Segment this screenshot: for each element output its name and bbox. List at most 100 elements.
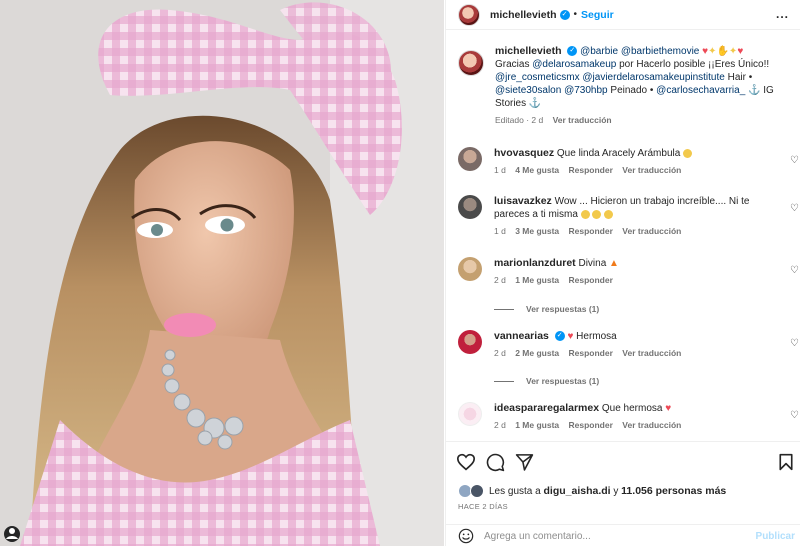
comment-likes[interactable]: 4 Me gusta	[515, 165, 559, 175]
like-comment-icon[interactable]: ♡	[790, 410, 799, 421]
mention-link[interactable]: @carlosechavarria_	[656, 85, 745, 96]
mention-link[interactable]: @barbiethemovie	[621, 46, 700, 57]
comment-item: hvovasquez Que linda Aracely Arámbula 1 …	[458, 147, 800, 177]
likes-prefix: Les gusta a	[489, 485, 541, 497]
hands-emoji-icon: ✋	[716, 46, 729, 57]
commenter-avatar[interactable]	[458, 195, 482, 219]
like-comment-icon[interactable]: ♡	[790, 155, 799, 166]
mention-link[interactable]: @delarosamakeup	[532, 59, 616, 70]
heart-eyes-emoji-icon	[683, 148, 693, 158]
post-side-panel: michellevieth ✓ • Seguir ... michellevie…	[445, 0, 800, 546]
likes-joiner: y	[613, 485, 619, 497]
caption-edited-time: Editado · 2 d	[495, 115, 544, 125]
post-caption: michellevieth ✓ @barbie @barbiethemovie …	[458, 45, 778, 125]
post-photo[interactable]	[0, 0, 444, 546]
emoji-icon[interactable]	[458, 528, 474, 544]
comment-username[interactable]: marionlanzduret	[494, 257, 576, 269]
fire-emoji-icon: ▲	[609, 258, 619, 269]
translate-link[interactable]: Ver traducción	[622, 226, 681, 236]
liker-avatars	[458, 484, 486, 498]
likes-count[interactable]: 11.056 personas más	[621, 485, 726, 497]
mention-link[interactable]: @siete30salon	[495, 85, 561, 96]
verified-badge-icon: ✓	[559, 9, 570, 20]
comment-age: 2 d	[494, 348, 506, 358]
post-actions: Les gusta a digu_aisha.di y 11.056 perso…	[446, 441, 800, 546]
comments-scroll-area[interactable]: michellevieth ✓ @barbie @barbiethemovie …	[446, 31, 800, 441]
mention-link[interactable]: @jre_cosmeticsmx	[495, 72, 580, 83]
caption-username[interactable]: michellevieth	[495, 45, 562, 57]
comment-item: marionlanzduret Divina ▲ 2 d 1 Me gusta …	[458, 257, 800, 287]
translate-link[interactable]: Ver traducción	[622, 348, 681, 358]
comment-likes[interactable]: 1 Me gusta	[515, 420, 559, 430]
reply-button[interactable]: Responder	[569, 275, 613, 285]
heart-emoji-icon: ♥	[737, 46, 744, 57]
mermaid-emoji-icon: ⚓	[748, 85, 761, 96]
caption-translate-link[interactable]: Ver traducción	[553, 115, 612, 125]
more-options-icon[interactable]: ...	[776, 8, 789, 20]
liker-username[interactable]: digu_aisha.di	[544, 485, 611, 497]
replies-divider	[494, 380, 514, 382]
shocked-emoji-icon	[580, 209, 590, 219]
view-replies-button[interactable]: Ver respuestas (1)	[494, 304, 599, 314]
shocked-emoji-icon	[604, 209, 614, 219]
mermaid-emoji-icon: ⚓	[528, 98, 542, 109]
caption-text: Gracias	[495, 59, 530, 70]
comment-age: 1 d	[494, 165, 506, 175]
translate-link[interactable]: Ver traducción	[622, 420, 681, 430]
comment-item: luisavazkez Wow ... Hicieron un trabajo …	[458, 195, 800, 238]
comment-age: 1 d	[494, 226, 506, 236]
comment-age: 2 d	[494, 420, 506, 430]
comment-likes[interactable]: 2 Me gusta	[515, 348, 559, 358]
comment-icon[interactable]	[486, 453, 505, 472]
caption-avatar[interactable]	[458, 50, 484, 76]
replies-divider	[494, 308, 514, 310]
like-comment-icon[interactable]: ♡	[790, 203, 799, 214]
comment-likes[interactable]: 1 Me gusta	[515, 275, 559, 285]
reply-button[interactable]: Responder	[569, 165, 613, 175]
view-replies-button[interactable]: Ver respuestas (1)	[494, 376, 599, 386]
share-icon[interactable]	[515, 453, 534, 471]
commenter-avatar[interactable]	[458, 257, 482, 281]
comment-text: Divina	[578, 258, 607, 269]
caption-text: IG	[763, 85, 774, 96]
commenter-avatar[interactable]	[458, 147, 482, 171]
author-username[interactable]: michellevieth	[490, 9, 557, 21]
post-time-ago: HACE 2 DÍAS	[458, 502, 508, 511]
translate-link[interactable]: Ver traducción	[622, 165, 681, 175]
comment-username[interactable]: vannearias	[494, 330, 549, 342]
verified-badge-icon: ✓	[554, 331, 565, 342]
caption-text: Hair •	[727, 72, 753, 83]
commenter-avatar[interactable]	[458, 402, 482, 426]
mention-link[interactable]: @barbie	[580, 46, 618, 57]
comment-username[interactable]: ideaspararegalarmex	[494, 402, 599, 414]
like-icon[interactable]	[456, 453, 476, 471]
mention-link[interactable]: @730hbp	[564, 85, 608, 96]
post-header: michellevieth ✓ • Seguir ...	[446, 0, 800, 30]
comment-username[interactable]: hvovasquez	[494, 147, 554, 159]
author-avatar[interactable]	[458, 3, 480, 26]
comment-likes[interactable]: 3 Me gusta	[515, 226, 559, 236]
like-comment-icon[interactable]: ♡	[790, 265, 799, 276]
publish-button[interactable]: Publicar	[756, 531, 795, 542]
comment-text: Hermosa	[576, 331, 617, 342]
caption-text: Stories	[495, 98, 527, 109]
add-comment-bar: Agrega un comentario... Publicar	[446, 524, 800, 546]
follow-button[interactable]: Seguir	[581, 9, 614, 21]
commenter-avatar[interactable]	[458, 330, 482, 354]
heart-emoji-icon: ♥	[665, 403, 672, 414]
comment-item: ideaspararegalarmex Que hermosa ♥ 2 d 1 …	[458, 402, 800, 432]
reply-button[interactable]: Responder	[569, 348, 613, 358]
reply-button[interactable]: Responder	[569, 420, 613, 430]
likes-summary[interactable]: Les gusta a digu_aisha.di y 11.056 perso…	[458, 484, 726, 498]
like-comment-icon[interactable]: ♡	[790, 338, 799, 349]
comment-username[interactable]: luisavazkez	[494, 195, 552, 207]
action-icons-row	[456, 453, 796, 473]
mention-link[interactable]: @javierdelarosamakeupinstitute	[582, 72, 724, 83]
save-bookmark-icon[interactable]	[778, 453, 794, 471]
comment-text: Que linda Aracely Arámbula	[556, 148, 681, 159]
reply-button[interactable]: Responder	[569, 226, 613, 236]
add-comment-input[interactable]: Agrega un comentario...	[484, 531, 734, 542]
verified-badge-icon: ✓	[567, 46, 578, 57]
comment-item: vannearias ✓ ♥ Hermosa 2 d 2 Me gusta Re…	[458, 330, 800, 360]
liker-avatar	[470, 484, 484, 498]
